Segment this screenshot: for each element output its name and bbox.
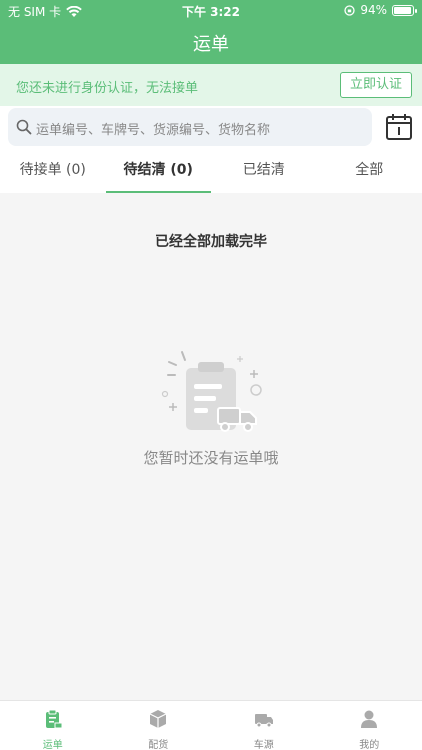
page-title: 运单 [193,34,229,55]
tabbar-label: 配货 [148,740,169,750]
search-input[interactable]: 运单编号、车牌号、货源编号、货物名称 [8,108,372,146]
loaded-message: 已经全部加载完毕 [155,234,267,250]
empty-waybill-icon [161,351,262,432]
user-icon [361,710,378,728]
auth-message: 您还未进行身份认证，无法接单 [16,81,199,96]
orientation-lock-icon [344,4,355,16]
tabbar-item-vehicles[interactable]: 车源 [211,701,317,750]
truck-icon [254,714,273,728]
bottom-tabbar: 运单 配货 车源 我的 [0,700,422,750]
tabbar-label: 我的 [359,740,380,750]
search-row: 运单编号、车牌号、货源编号、货物名称 [0,106,422,148]
search-icon [16,119,32,135]
empty-message: 您暂时还没有运单哦 [143,449,279,467]
tabbar-label: 运单 [42,740,63,750]
search-placeholder: 运单编号、车牌号、货源编号、货物名称 [36,123,271,138]
tab-pending-settle[interactable]: 待结清 (0) [105,148,212,193]
tab-pending-accept[interactable]: 待接单 (0) [0,148,106,193]
box-icon [149,710,167,728]
auth-banner: 您还未进行身份认证，无法接单 立即认证 [0,64,422,106]
calendar-icon[interactable] [384,112,414,142]
tabbar-item-profile[interactable]: 我的 [317,701,422,750]
battery-percent: 94% [360,3,387,17]
status-bar: 无 SIM 卡 下午 3:22 94% [0,0,422,22]
tab-settled[interactable]: 已结清 [211,148,317,193]
tabbar-label: 车源 [253,740,274,750]
tab-all[interactable]: 全部 [317,148,422,193]
waybill-icon [45,709,63,729]
status-tabs: 待接单 (0) 待结清 (0) 已结清 全部 [0,148,422,193]
tabbar-item-dispatch[interactable]: 配货 [106,701,212,750]
battery-icon [392,4,417,16]
header: 无 SIM 卡 下午 3:22 94% 运单 [0,0,422,64]
tabbar-item-waybill[interactable]: 运单 [0,701,106,750]
verify-now-button[interactable]: 立即认证 [340,72,412,98]
